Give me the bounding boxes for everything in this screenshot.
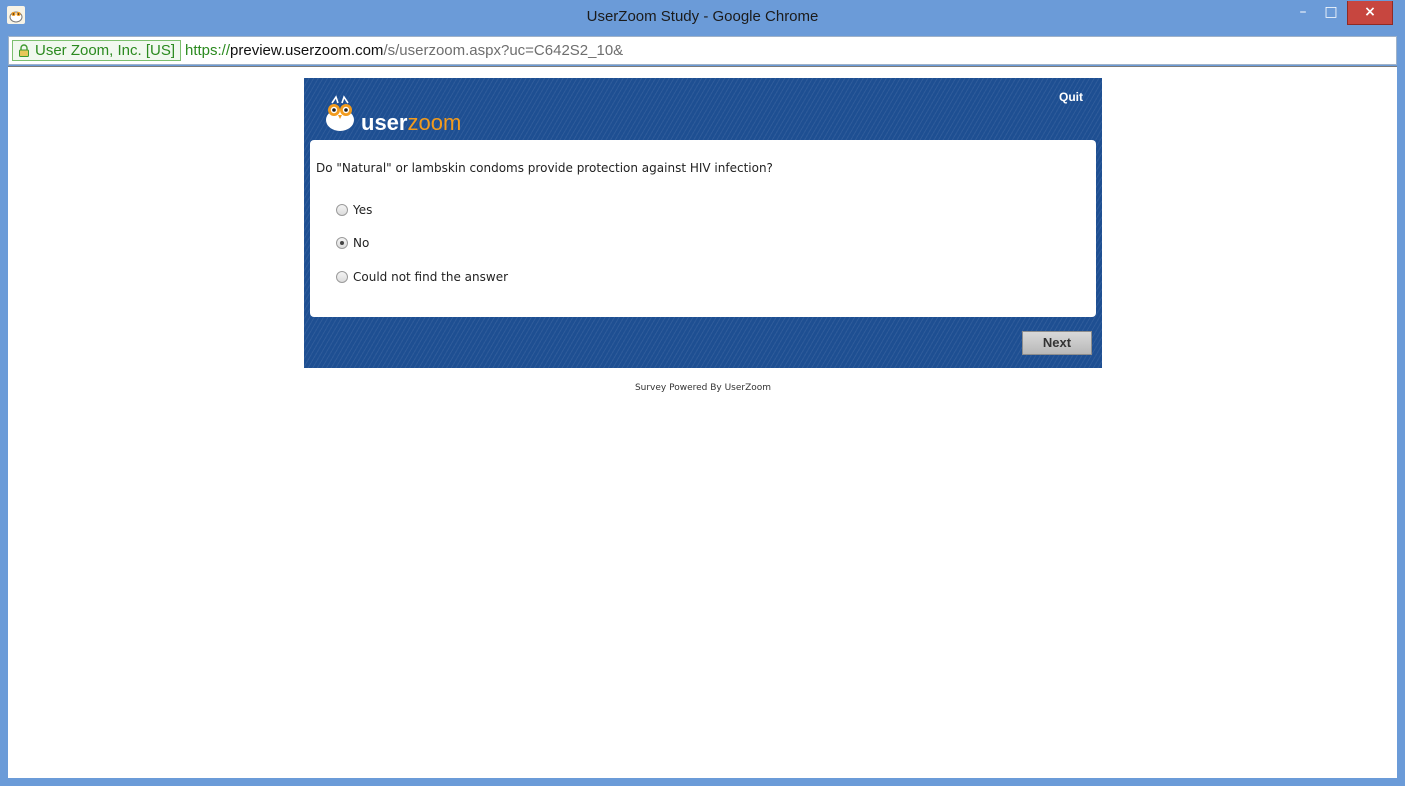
page-viewport: userzoom Quit Do "Natural" or lambskin c… (8, 66, 1397, 778)
window-title: UserZoom Study - Google Chrome (586, 8, 819, 25)
minimize-icon: – (1299, 4, 1307, 20)
site-identity-badge[interactable]: User Zoom, Inc. [US] (12, 40, 182, 61)
title-bar[interactable]: UserZoom Study - Google Chrome – □ × (0, 0, 1405, 34)
option-label[interactable]: No (353, 236, 369, 250)
maximize-button[interactable]: □ (1317, 1, 1345, 25)
address-bar[interactable]: User Zoom, Inc. [US] https://preview.use… (8, 36, 1397, 65)
browser-window: UserZoom Study - Google Chrome – □ × Use… (0, 0, 1405, 786)
lock-icon (19, 44, 29, 57)
close-button[interactable]: × (1347, 1, 1393, 25)
userzoom-wordmark: userzoom (361, 111, 461, 135)
option-label[interactable]: Could not find the answer (353, 270, 508, 284)
question-text: Do "Natural" or lambskin condoms provide… (316, 161, 773, 175)
url-host: preview.userzoom.com (230, 42, 384, 59)
minimize-button[interactable]: – (1289, 1, 1317, 25)
radio-yes[interactable] (336, 204, 348, 216)
question-card: Do "Natural" or lambskin condoms provide… (310, 140, 1096, 317)
radio-no[interactable] (336, 237, 348, 249)
survey-footer: Survey Powered By UserZoom (634, 383, 772, 393)
brand-user: user (361, 110, 408, 135)
radio-could-not-find[interactable] (336, 271, 348, 283)
maximize-icon: □ (1324, 4, 1338, 20)
owl-logo-icon (326, 95, 354, 131)
site-identity-label: User Zoom, Inc. [US] (35, 42, 176, 59)
next-button[interactable]: Next (1022, 331, 1092, 355)
url-scheme: https:// (185, 42, 231, 59)
option-label[interactable]: Yes (353, 203, 372, 217)
survey-panel: userzoom Quit Do "Natural" or lambskin c… (304, 78, 1102, 368)
quit-link[interactable]: Quit (1059, 90, 1083, 104)
url-path: /s/userzoom.aspx?uc=C642S2_10& (383, 42, 624, 59)
userzoom-logo: userzoom (324, 95, 504, 135)
close-icon: × (1364, 4, 1376, 20)
brand-zoom: zoom (407, 110, 462, 135)
url-text[interactable]: https://preview.userzoom.com/s/userzoom.… (185, 40, 623, 61)
